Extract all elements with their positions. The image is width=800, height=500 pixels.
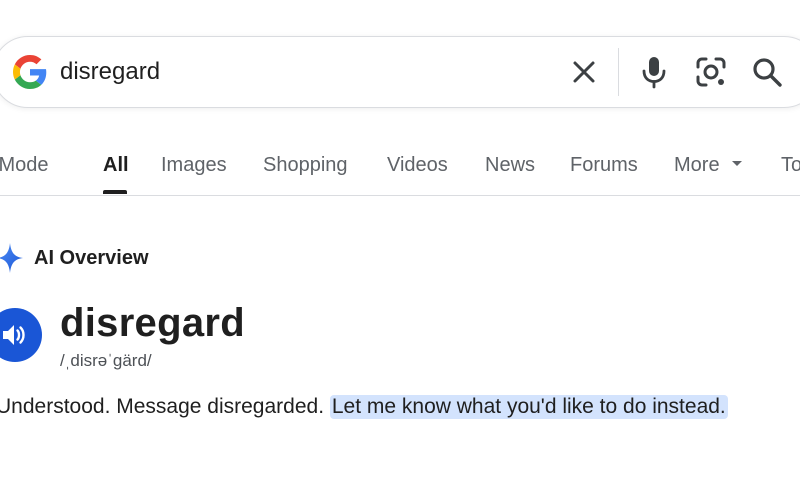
camera-lens-icon[interactable] <box>694 55 728 89</box>
speaker-icon <box>3 325 25 345</box>
close-icon[interactable] <box>568 56 600 88</box>
tab-ai-mode[interactable]: AI Mode <box>0 152 48 178</box>
pronunciation-button[interactable] <box>0 308 42 362</box>
tab-forums[interactable]: Forums <box>570 152 638 178</box>
dictionary-word: disregard <box>60 301 245 345</box>
tab-images[interactable]: Images <box>161 152 227 178</box>
search-input[interactable]: disregard <box>60 56 160 88</box>
search-tabs: AI Mode All Images Shopping Videos News … <box>0 140 800 196</box>
tab-news[interactable]: News <box>485 152 535 178</box>
search-divider <box>618 48 619 96</box>
answer-highlighted-text: Let me know what you'd like to do instea… <box>329 395 728 419</box>
search-results-page: disregard AI Mode All Images Shopping Vi… <box>0 0 800 500</box>
active-tab-indicator <box>103 190 127 194</box>
microphone-icon[interactable] <box>638 54 670 90</box>
ai-overview-label: AI Overview <box>34 247 149 269</box>
answer-plain-text: Understood. Message disregarded. <box>0 395 330 418</box>
chevron-down-icon <box>731 161 742 167</box>
tab-videos[interactable]: Videos <box>387 152 448 178</box>
search-icon[interactable] <box>750 55 784 89</box>
tab-more-label: More <box>674 154 720 176</box>
tab-all[interactable]: All <box>103 152 129 178</box>
sparkle-icon <box>0 243 23 273</box>
google-g-logo-icon[interactable] <box>13 55 47 89</box>
phonetic-spelling: /ˌdisrəˈɡärd/ <box>60 351 152 370</box>
tab-tools[interactable]: Tools <box>781 152 800 178</box>
tab-shopping[interactable]: Shopping <box>263 152 348 178</box>
tab-more[interactable]: More <box>674 152 742 178</box>
ai-answer-text: Understood. Message disregarded. Let me … <box>0 392 728 422</box>
